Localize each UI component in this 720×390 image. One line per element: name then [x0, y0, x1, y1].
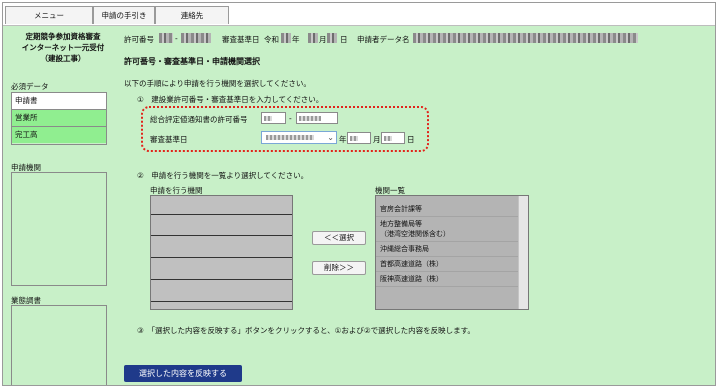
tab-contact[interactable]: 連絡先: [155, 6, 229, 24]
system-title-line1: 定期競争参加資格審査: [25, 32, 101, 41]
list-item[interactable]: 地方整備局等 （港湾空港関係含む）: [376, 217, 528, 242]
sidebar-item-application-form[interactable]: 申請書: [12, 93, 106, 110]
review-day-input[interactable]: [381, 132, 405, 144]
review-day-masked: [327, 33, 337, 43]
review-year-masked: [281, 33, 291, 43]
list-item[interactable]: 阪神高速道路（株）: [376, 272, 528, 287]
main-window: メニュー 申請の手引き 連絡先 定期競争参加資格審査 インターネット一元受付 （…: [2, 2, 716, 386]
list-item[interactable]: [151, 196, 292, 214]
review-field-label: 審査基準日: [150, 135, 188, 144]
system-title: 定期競争参加資格審査 インターネット一元受付 （建設工事）: [7, 31, 119, 64]
review-month-masked: [308, 33, 318, 43]
tab-bar: メニュー 申請の手引き 連絡先: [3, 3, 715, 26]
permit-part2-input[interactable]: [296, 112, 338, 124]
required-data-title: 必須データ: [11, 82, 49, 91]
review-month-unit-field: 月: [373, 135, 381, 144]
review-month-unit: 月: [319, 35, 327, 44]
permit-part1-input[interactable]: [261, 112, 286, 124]
applicant-data-name-masked: [413, 33, 638, 43]
scrollbar[interactable]: [518, 196, 528, 309]
review-year-unit: 年: [292, 35, 300, 44]
list-item[interactable]: [151, 214, 292, 236]
system-title-line3: （建設工事）: [40, 54, 86, 63]
delete-button[interactable]: 削除＞＞: [312, 261, 366, 275]
review-day-unit-field: 日: [407, 135, 415, 144]
section-title: 許可番号・審査基準日・申請機関選択: [124, 57, 260, 66]
permit-field-label: 総合評定値通知書の許可番号: [150, 115, 248, 124]
sidebar-item-offices[interactable]: 営業所: [12, 110, 106, 127]
business-report-list[interactable]: [11, 305, 107, 385]
list-item[interactable]: 沖縄総合事務局: [376, 242, 528, 257]
permit-number-part1-masked: [159, 33, 173, 43]
permit-number-label: 許可番号: [124, 35, 154, 44]
step3-text: ③ 「選択した内容を反映する」ボタンをクリックすると、①および②で選択した内容を…: [137, 326, 475, 335]
sidebar-item-completed-work[interactable]: 完工高: [12, 127, 106, 143]
review-month-input[interactable]: [347, 132, 371, 144]
select-button[interactable]: ＜＜選択: [312, 231, 366, 245]
era-year-select[interactable]: ⌄: [261, 131, 337, 144]
required-data-list: 申請書 営業所 完工高: [11, 92, 107, 145]
agency-options-list[interactable]: 官房会計課等 地方整備局等 （港湾空港関係含む） 沖縄総合事務局 首都高速道路（…: [375, 195, 529, 310]
list-item[interactable]: 首都高速道路（株）: [376, 257, 528, 272]
list-item[interactable]: [151, 280, 292, 302]
apply-selection-button[interactable]: 選択した内容を反映する: [124, 365, 242, 382]
chevron-down-icon: ⌄: [327, 133, 334, 142]
permit-field-dash: -: [289, 114, 292, 123]
era-label: 令和: [264, 35, 279, 44]
list-item[interactable]: [151, 258, 292, 280]
list-item[interactable]: [151, 236, 292, 258]
review-year-unit-field: 年: [339, 135, 347, 144]
agency-list[interactable]: [11, 172, 107, 286]
tab-guide[interactable]: 申請の手引き: [93, 6, 155, 24]
review-date-label: 審査基準日: [222, 35, 260, 44]
step2-text: ② 申請を行う機関を一覧より選択してください。: [137, 171, 309, 180]
tab-menu[interactable]: メニュー: [5, 6, 93, 24]
system-title-line2: インターネット一元受付: [21, 43, 105, 52]
instruction-text: 以下の手順により申請を行う機関を選択してください。: [124, 79, 311, 88]
permit-number-dash: -: [175, 34, 178, 43]
applicant-data-label: 申請者データ名: [357, 35, 410, 44]
review-day-unit: 日: [340, 35, 348, 44]
selected-agencies-list[interactable]: [150, 195, 293, 310]
list-item[interactable]: 官房会計課等: [376, 202, 528, 217]
step1-text: ① 建設業許可番号・審査基準日を入力してください。: [137, 95, 324, 104]
permit-number-part2-masked: [181, 33, 211, 43]
